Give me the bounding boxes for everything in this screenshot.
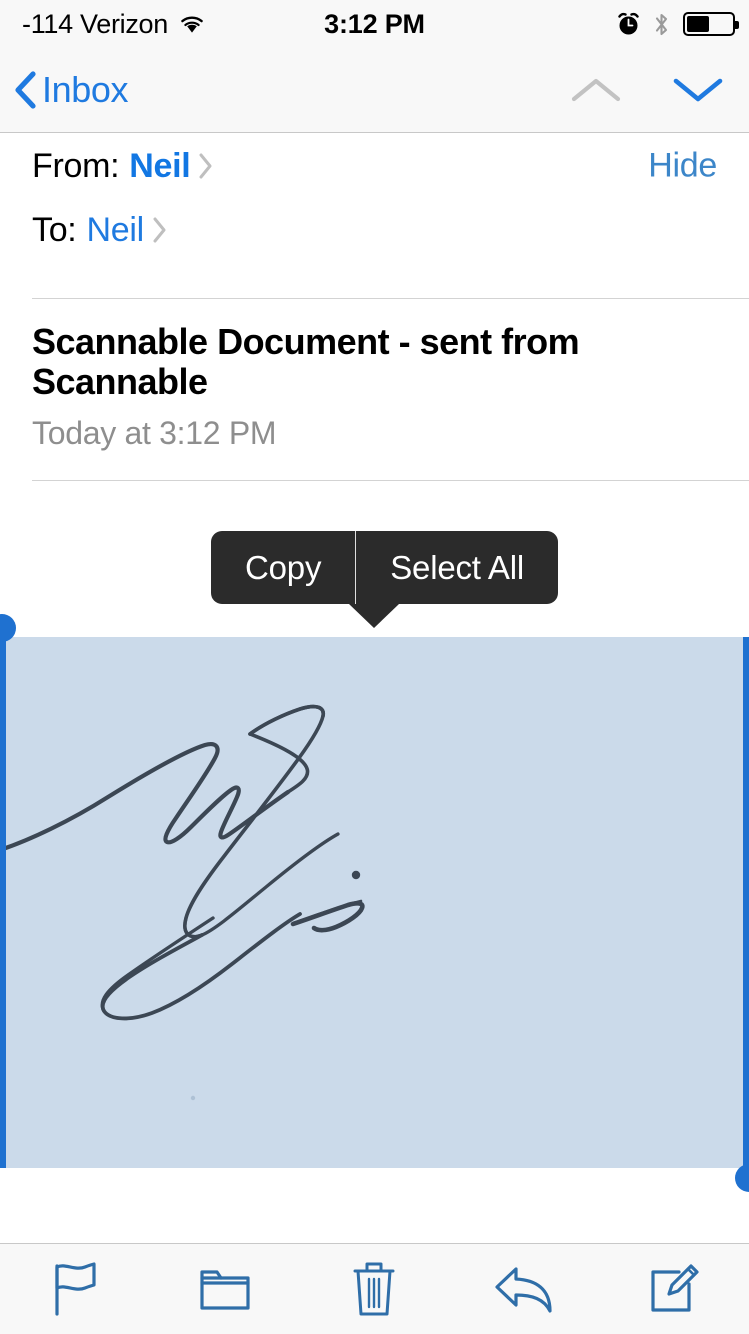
flag-button[interactable] [0, 1244, 150, 1334]
hide-details-button[interactable]: Hide [648, 147, 717, 186]
callout-divider [355, 531, 357, 604]
battery-icon [683, 12, 739, 36]
from-label: From: [32, 146, 120, 185]
selection-handle-end-knob[interactable] [735, 1164, 749, 1192]
back-button-label: Inbox [42, 69, 129, 110]
delete-button[interactable] [300, 1244, 450, 1334]
chevron-down-icon[interactable] [671, 74, 725, 106]
selection-handle-start-bar[interactable] [0, 637, 6, 1168]
subject-block: Scannable Document - sent from Scannable… [32, 321, 652, 452]
selected-attachment-region[interactable] [0, 637, 749, 1168]
chevron-left-icon [15, 71, 36, 109]
alarm-clock-icon [618, 12, 639, 35]
message-date: Today at 3:12 PM [32, 414, 277, 451]
message-toolbar [0, 1243, 749, 1334]
back-to-inbox-button[interactable]: Inbox [14, 69, 128, 111]
callout-arrow [349, 604, 399, 628]
mail-message-screen: -114 Verizon 3:12 PM Inbox From: Neil Hi… [0, 0, 749, 1334]
message-navigation-controls [569, 74, 725, 106]
edit-callout-menu: Copy Select All [211, 531, 558, 604]
trash-icon [353, 1262, 395, 1316]
reply-button[interactable] [449, 1244, 599, 1334]
copy-button[interactable]: Copy [211, 531, 355, 604]
bluetooth-icon [655, 13, 668, 35]
compose-icon [651, 1264, 699, 1312]
compose-button[interactable] [599, 1244, 749, 1334]
chevron-up-icon[interactable] [569, 74, 623, 106]
status-bar: -114 Verizon 3:12 PM [0, 0, 749, 48]
flag-icon [55, 1262, 96, 1316]
navigation-bar: Inbox [0, 48, 749, 133]
select-all-button[interactable]: Select All [356, 531, 558, 604]
to-row: To: Neil [0, 198, 749, 262]
from-row: From: Neil Hide [0, 134, 749, 198]
selection-handle-end-bar[interactable] [743, 637, 749, 1168]
reply-icon [495, 1267, 552, 1313]
from-sender-name[interactable]: Neil [129, 147, 190, 186]
move-to-folder-button[interactable] [150, 1244, 300, 1334]
header-divider [32, 298, 749, 299]
scanned-signature-image [0, 704, 365, 1101]
to-label: To: [32, 210, 77, 249]
status-bar-right [617, 12, 739, 37]
message-subject: Scannable Document - sent from Scannable [32, 321, 580, 403]
subject-divider [32, 480, 749, 481]
message-header: From: Neil Hide To: Neil [0, 134, 749, 262]
chevron-right-icon [199, 153, 212, 179]
folder-icon [200, 1270, 250, 1310]
to-recipient-name[interactable]: Neil [86, 211, 144, 250]
chevron-right-icon [153, 217, 166, 243]
